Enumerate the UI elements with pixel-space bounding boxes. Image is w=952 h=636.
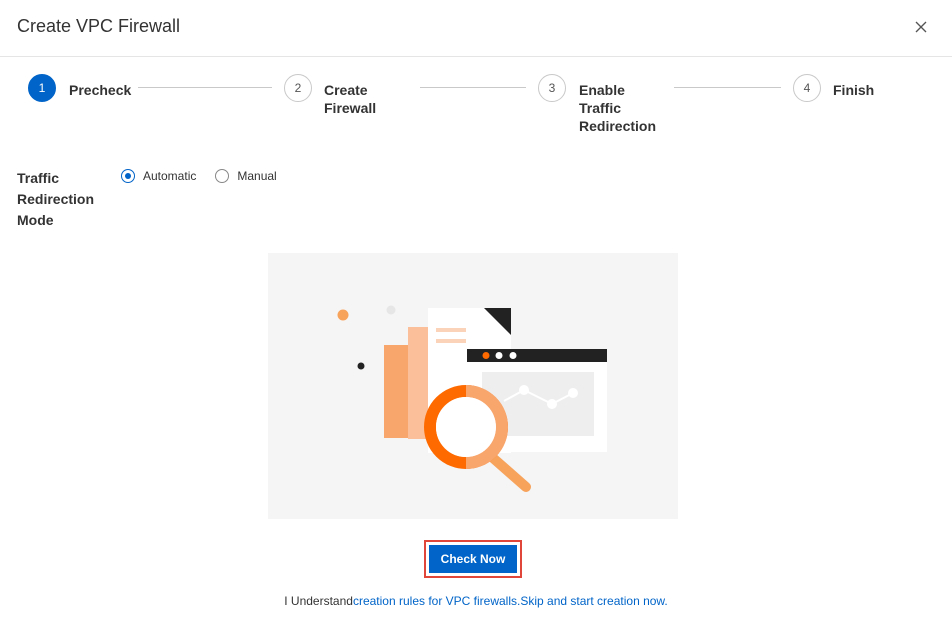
step-connector (674, 87, 781, 88)
skip-creation-link[interactable]: Skip and start creation now. (520, 594, 667, 608)
magnifier-document-illustration (337, 305, 607, 492)
check-now-button[interactable]: Check Now (429, 545, 517, 573)
footer-prefix: I Understand (284, 594, 353, 608)
step-connector (138, 87, 272, 88)
step-2-label: Create Firewall (324, 82, 377, 116)
close-icon[interactable] (910, 16, 932, 38)
dialog-header: Create VPC Firewall (0, 0, 952, 57)
step-1-label: Precheck (69, 82, 132, 98)
check-now-highlight: Check Now (424, 540, 522, 578)
create-vpc-firewall-dialog: Create VPC Firewall 1 Precheck 2 Create … (0, 0, 952, 636)
precheck-illustration (268, 253, 678, 519)
creation-rules-link[interactable]: creation rules for VPC firewalls. (353, 594, 520, 608)
step-4-number: 4 (793, 74, 821, 102)
traffic-redirection-mode-radio-group: Automatic Manual (121, 169, 296, 183)
radio-checked-icon[interactable] (121, 169, 135, 183)
step-4-label: Finish (833, 82, 875, 98)
step-3-number: 3 (538, 74, 566, 102)
radio-manual[interactable]: Manual (215, 169, 277, 183)
radio-manual-label: Manual (237, 169, 277, 183)
step-connector (420, 87, 526, 88)
step-1-number: 1 (28, 74, 56, 102)
traffic-redirection-mode-label: Traffic Redirection Mode (17, 170, 95, 228)
step-3-label: Enable Traffic Redirection (579, 82, 657, 134)
radio-automatic[interactable]: Automatic (121, 169, 196, 183)
radio-unchecked-icon[interactable] (215, 169, 230, 183)
footer-note: I Understandcreation rules for VPC firew… (0, 594, 952, 608)
steps-indicator: 1 Precheck 2 Create Firewall 3 Enable Tr… (0, 74, 952, 144)
radio-automatic-label: Automatic (143, 169, 197, 183)
step-2-number: 2 (284, 74, 312, 102)
dialog-title: Create VPC Firewall (17, 16, 181, 36)
